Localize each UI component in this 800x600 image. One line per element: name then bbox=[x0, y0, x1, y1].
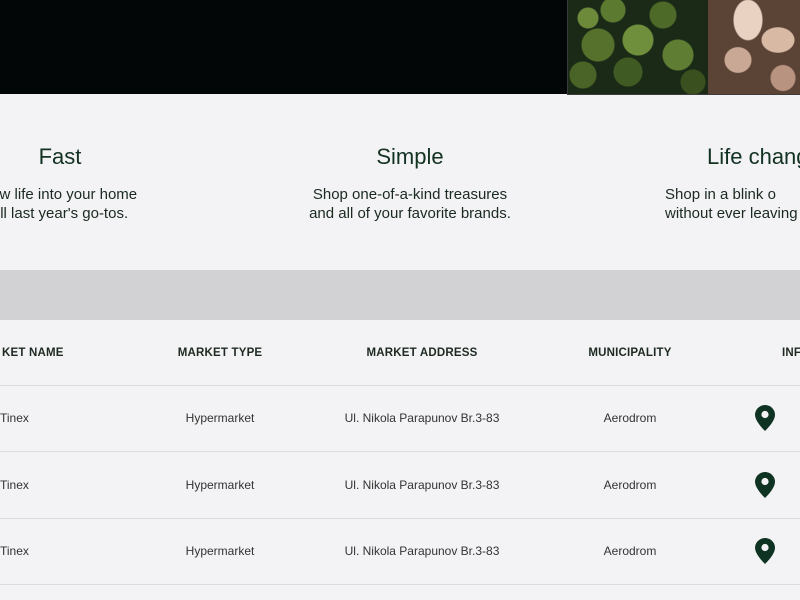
broccoli-image bbox=[568, 0, 708, 94]
table-row[interactable]: Tinex Hypermarket Ul. Nikola Parapunov B… bbox=[0, 518, 800, 585]
municipality-cell: Aerodrom bbox=[603, 411, 657, 425]
map-pin-icon[interactable] bbox=[752, 385, 778, 451]
feature-life-changing: Life chang Shop in a blink o without ever… bbox=[650, 144, 800, 223]
market-name-cell: Tinex bbox=[0, 477, 29, 492]
feature-line: without ever leaving bbox=[665, 205, 798, 222]
market-address-cell: Ul. Nikola Parapunov Br.3-83 bbox=[344, 544, 500, 558]
feature-fast: Fast new life into your home ell last yea… bbox=[0, 144, 180, 223]
feature-description: Shop in a blink o without ever leaving bbox=[665, 185, 800, 223]
hero-banner bbox=[0, 0, 800, 95]
features-section: Fast new life into your home ell last yea… bbox=[0, 94, 800, 270]
table-row[interactable]: Tinex Hypermarket Ul. Nikola Parapunov B… bbox=[0, 385, 800, 452]
municipality-cell: Aerodrom bbox=[603, 477, 657, 492]
produce-image bbox=[708, 0, 800, 94]
feature-line: Shop in a blink o bbox=[665, 186, 776, 203]
table-header-row: KET NAME MARKET TYPE MARKET ADDRESS MUNI… bbox=[0, 320, 800, 386]
feature-title: Life chang bbox=[707, 144, 800, 169]
feature-line: Shop one-of-a-kind treasures bbox=[312, 186, 508, 203]
market-type-cell: Hypermarket bbox=[185, 411, 255, 425]
municipality-cell: Aerodrom bbox=[603, 544, 657, 558]
header-market-name[interactable]: KET NAME bbox=[0, 320, 82, 385]
market-type-cell: Hypermarket bbox=[185, 477, 255, 492]
feature-title: Fast bbox=[38, 144, 82, 169]
market-name-cell: Tinex bbox=[0, 544, 29, 558]
header-market-address[interactable]: MARKET ADDRESS bbox=[322, 320, 522, 385]
header-info[interactable]: INF bbox=[765, 320, 800, 385]
map-pin-icon[interactable] bbox=[752, 451, 778, 518]
market-address-cell: Ul. Nikola Parapunov Br.3-83 bbox=[344, 477, 500, 492]
feature-description: new life into your home ell last year's g… bbox=[0, 185, 180, 223]
table-row[interactable]: Tinex Hypermarket Ul. Nikola Parapunov B… bbox=[0, 451, 800, 519]
feature-line: new life into your home bbox=[0, 186, 138, 203]
map-pin-icon[interactable] bbox=[752, 518, 778, 584]
market-address-cell: Ul. Nikola Parapunov Br.3-83 bbox=[344, 411, 500, 425]
feature-simple: Simple Shop one-of-a-kind treasures and a… bbox=[290, 144, 530, 223]
feature-title: Simple bbox=[376, 144, 444, 169]
feature-description: Shop one-of-a-kind treasures and all of y… bbox=[290, 185, 530, 223]
market-type-cell: Hypermarket bbox=[185, 544, 255, 558]
feature-line: and all of your favorite brands. bbox=[309, 205, 511, 222]
header-municipality[interactable]: MUNICIPALITY bbox=[560, 320, 700, 385]
feature-line: ell last year's go-tos. bbox=[0, 205, 129, 222]
hero-vegetables-image bbox=[567, 0, 800, 95]
divider-band bbox=[0, 270, 800, 320]
market-name-cell: Tinex bbox=[0, 411, 29, 425]
header-market-type[interactable]: MARKET TYPE bbox=[150, 320, 290, 385]
